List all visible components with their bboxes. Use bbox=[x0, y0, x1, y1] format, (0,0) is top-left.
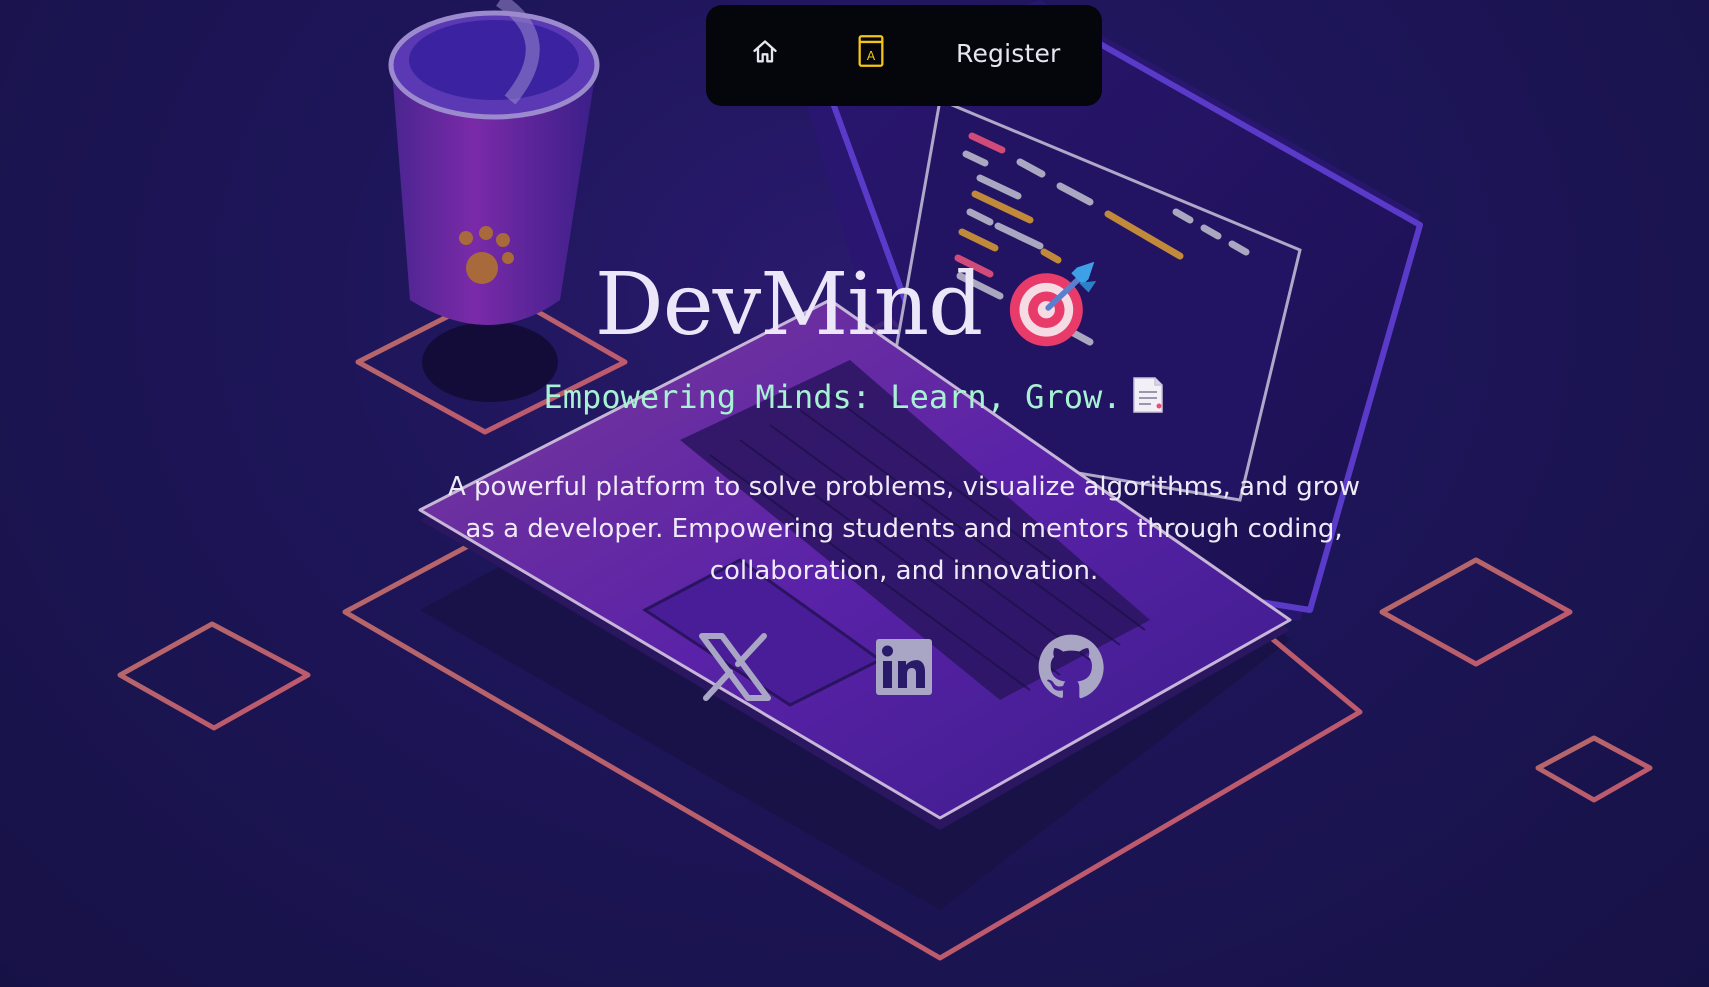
nav-home-link[interactable] bbox=[750, 37, 780, 67]
svg-text:A: A bbox=[867, 48, 876, 63]
nav-register-link[interactable]: Register bbox=[956, 39, 1061, 68]
x-twitter-icon bbox=[699, 633, 771, 701]
linkedin-icon bbox=[876, 639, 932, 695]
nav-dictionary-link[interactable]: A bbox=[856, 33, 886, 69]
hero-title-wrap: DevMind bbox=[595, 255, 1102, 360]
page-title: DevMind bbox=[594, 255, 983, 355]
linkedin-link[interactable] bbox=[866, 630, 940, 704]
github-link[interactable] bbox=[1034, 630, 1108, 704]
hero-section: DevMind bbox=[0, 255, 1709, 360]
hero-tagline-row: Empowering Minds: Learn, Grow. bbox=[0, 377, 1709, 418]
document-icon bbox=[1133, 377, 1164, 413]
home-icon bbox=[753, 40, 777, 63]
hero-tagline: Empowering Minds: Learn, Grow. bbox=[543, 378, 1122, 416]
hero-description: A powerful platform to solve problems, v… bbox=[447, 472, 1361, 586]
direct-hit-target-icon bbox=[1010, 261, 1097, 346]
landing-page: A Register DevMind Empowering Minds: Lea… bbox=[0, 0, 1709, 987]
github-icon bbox=[1038, 634, 1104, 699]
dictionary-book-icon: A bbox=[858, 35, 884, 67]
top-navbar: A Register bbox=[706, 5, 1102, 106]
x-twitter-link[interactable] bbox=[698, 630, 772, 704]
social-links bbox=[0, 630, 1709, 710]
